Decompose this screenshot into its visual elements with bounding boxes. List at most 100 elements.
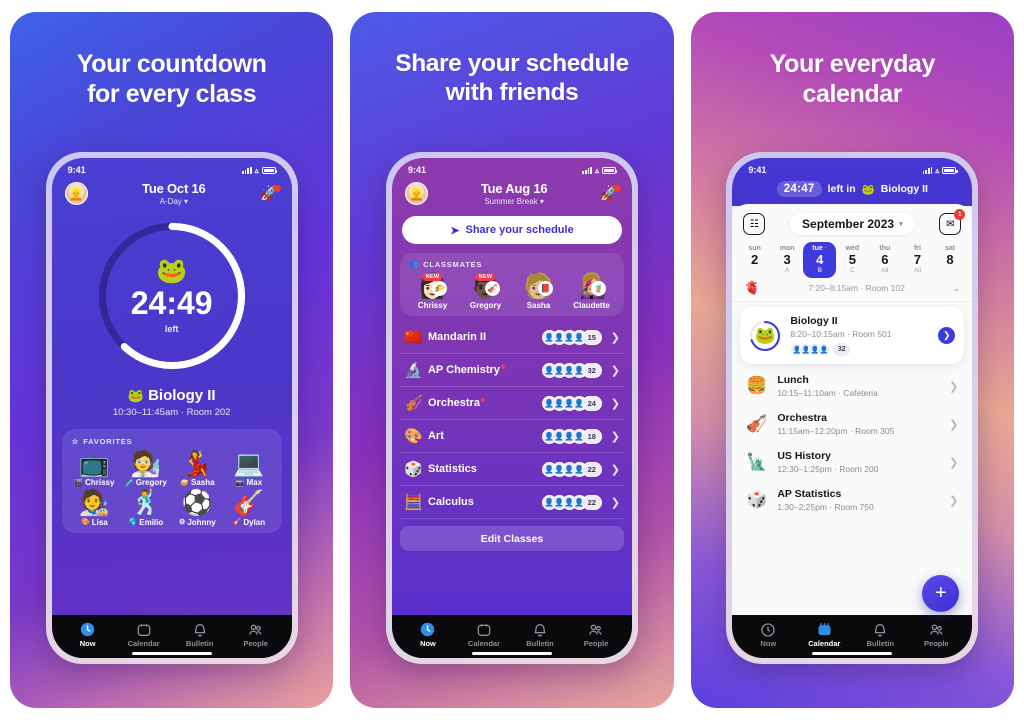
chevron-right-icon[interactable]: ❯ (611, 430, 620, 443)
tab-now[interactable]: Now (740, 621, 796, 648)
favorite-item[interactable]: 💻 📷 Max (223, 451, 275, 488)
chevron-right-icon[interactable]: ❯ (949, 494, 958, 507)
agenda-row[interactable]: 🗽 US History 12:30–1:25pm · Room 200 ❯ (732, 443, 972, 481)
agenda-row[interactable]: 🍔 Lunch 10:15–11:10am · Cafeteria ❯ (732, 367, 972, 405)
week-day-name: tue • (812, 245, 828, 252)
week-day[interactable]: mon 3 A (771, 242, 804, 278)
chevron-right-icon[interactable]: ❯ (611, 463, 620, 476)
promo-title-line1: Your everyday (769, 50, 936, 78)
cellular-signal-icon (922, 166, 933, 174)
chevron-right-icon[interactable]: ❯ (611, 397, 620, 410)
countdown-center: 🐸 24:49 left (93, 217, 251, 375)
avatar[interactable]: 👱 (64, 182, 88, 205)
new-badge: NEW (422, 273, 443, 281)
chevron-right-icon[interactable]: ❯ (938, 327, 956, 344)
tab-calendar[interactable]: Calendar (796, 621, 852, 648)
tab-calendar[interactable]: Calendar (456, 621, 512, 648)
tab-now[interactable]: Now (400, 621, 456, 648)
chevron-right-icon[interactable]: ❯ (611, 364, 620, 377)
favorite-name: ⚙ Johnny (179, 517, 216, 527)
edit-classes-button[interactable]: Edit Classes (399, 526, 624, 552)
previous-event-row[interactable]: 🫀 7:20–8:15am · Room 102 ⌄ (732, 278, 973, 302)
agenda-featured-card[interactable]: 🐸 Biology II 8:20–10:15am · Room 501 👤 👤… (740, 307, 965, 364)
class-row[interactable]: 🎻 Orchestra 👤 👤 👤 👤 24 ❯ (399, 387, 624, 421)
class-row[interactable]: 🎲 Statistics 👤 👤 👤 👤 22 ❯ (399, 453, 624, 487)
week-day[interactable]: sat 8 (934, 242, 967, 278)
week-day[interactable]: wed 5 C (836, 242, 869, 278)
favorite-item[interactable]: 🧑‍🎨 🎨 Lisa (69, 490, 121, 527)
classmate-item[interactable]: 🧑🏼📕Sasha (512, 273, 565, 310)
tab-bar: Now Calendar Bulletin People (391, 615, 632, 658)
agenda-meta: 1:30–2:25pm · Room 750 (777, 502, 874, 512)
favorite-emoji: 💃 (181, 450, 213, 478)
tab-people[interactable]: People (568, 621, 624, 648)
favorite-item[interactable]: 📺 🎬 Chrissy (69, 451, 121, 488)
week-day-number: 5 (848, 252, 856, 267)
promo-panel-share: Share your schedule with friends 9:41 ▵ … (350, 12, 674, 708)
chevron-right-icon[interactable]: ❯ (611, 331, 620, 344)
inbox-icon[interactable]: ✉ 1 (939, 209, 966, 235)
tab-bulletin[interactable]: Bulletin (172, 621, 228, 648)
favorite-item[interactable]: 🕺 🌎 Emilio (120, 490, 172, 527)
unread-dot (500, 364, 505, 369)
tasks-icon[interactable]: ☷ (743, 213, 766, 235)
week-day-letter: All (913, 267, 922, 274)
week-day[interactable]: sun 2 (738, 242, 771, 278)
class-name: Calculus (427, 496, 474, 509)
tab-label: Calendar (127, 639, 160, 648)
tab-people[interactable]: People (228, 621, 284, 648)
add-event-button[interactable]: + (922, 575, 960, 612)
promo-title-line2: calendar (802, 79, 903, 108)
rocket-icon[interactable]: 🚀 (600, 185, 621, 201)
new-badge: NEW (475, 273, 496, 281)
favorite-item[interactable]: ⚽ ⚙ Johnny (172, 490, 224, 527)
tab-label: People (924, 639, 949, 648)
agenda-row[interactable]: 🎲 AP Statistics 1:30–2:25pm · Room 750 ❯ (732, 481, 972, 519)
cellular-signal-icon (241, 166, 252, 174)
promo-panel-countdown: Your countdown for every class 9:41 ▵ 👱 … (10, 12, 334, 708)
phone-screen-calendar: 9:41 ▵ 24:47 left in 🐸 Biology II ☷ Sept… (732, 158, 973, 658)
share-arrow-icon: ➤ (450, 224, 460, 237)
tab-bulletin[interactable]: Bulletin (852, 621, 908, 648)
rocket-icon[interactable]: 🚀 (260, 185, 281, 201)
agenda-name: Orchestra (777, 412, 827, 424)
classmate-item[interactable]: NEW👨🏿🎻Gregory (459, 273, 512, 310)
current-class[interactable]: 🐸 Biology II 10:30–11:45am · Room 202 (52, 387, 292, 418)
tab-calendar[interactable]: Calendar (116, 621, 172, 648)
calendar-icon (796, 621, 852, 638)
week-day-selected[interactable]: tue • 4 B (803, 242, 837, 278)
bell-icon (172, 621, 228, 638)
status-indicators: ▵ (922, 166, 958, 175)
chevron-right-icon[interactable]: ❯ (949, 418, 958, 431)
chevron-right-icon[interactable]: ❯ (949, 380, 958, 393)
share-schedule-button[interactable]: ➤ Share your schedule (401, 216, 622, 244)
favorite-item[interactable]: 🎸 🎸 Dylan (223, 490, 275, 527)
tab-now[interactable]: Now (60, 621, 116, 648)
nav-day-type[interactable]: Summer Break ▾ (481, 197, 548, 206)
tab-people[interactable]: People (908, 621, 964, 648)
favorite-mini-icon: 🎸 (232, 519, 242, 526)
classmate-item[interactable]: NEW👩🏻🌮Chrissy (406, 273, 459, 310)
tab-label: People (243, 639, 268, 648)
classmate-item[interactable]: 👩🏼‍🎤🧋Claudette (565, 273, 618, 310)
clock-icon (740, 621, 796, 638)
class-row[interactable]: 🔬 AP Chemistry 👤 👤 👤 👤 32 ❯ (399, 354, 624, 388)
chevron-right-icon[interactable]: ❯ (949, 456, 958, 469)
avatar[interactable]: 👱 (404, 182, 428, 205)
nav-day-type[interactable]: A-Day ▾ (142, 197, 206, 206)
favorite-item[interactable]: 💃 🥪 Sasha (172, 450, 224, 488)
tab-bulletin[interactable]: Bulletin (512, 621, 568, 648)
class-row[interactable]: 🎨 Art 👤 👤 👤 👤 18 ❯ (399, 420, 624, 454)
agenda-row[interactable]: 🎻 Orchestra 11:15am–12:20pm · Room 305 ❯ (732, 405, 972, 443)
agenda-name: US History (777, 450, 831, 462)
class-row[interactable]: 🇨🇳 Mandarin II 👤 👤 👤 👤 15 ❯ (399, 321, 624, 355)
class-row[interactable]: 🧮 Calculus 👤 👤 👤 👤 22 ❯ (399, 486, 624, 520)
chevron-right-icon[interactable]: ❯ (611, 496, 620, 509)
favorite-item[interactable]: 🧑‍🔬 🧪 Gregory (120, 451, 172, 488)
month-selector[interactable]: September 2023 ▾ (790, 213, 915, 235)
week-day[interactable]: thu 6 All (869, 242, 902, 278)
banner-countdown[interactable]: 24:47 left in 🐸 Biology II (732, 181, 972, 197)
tab-label: Now (760, 639, 777, 648)
favorite-mini-icon: 🎨 (81, 519, 90, 526)
week-day[interactable]: fri 7 All (901, 242, 934, 278)
